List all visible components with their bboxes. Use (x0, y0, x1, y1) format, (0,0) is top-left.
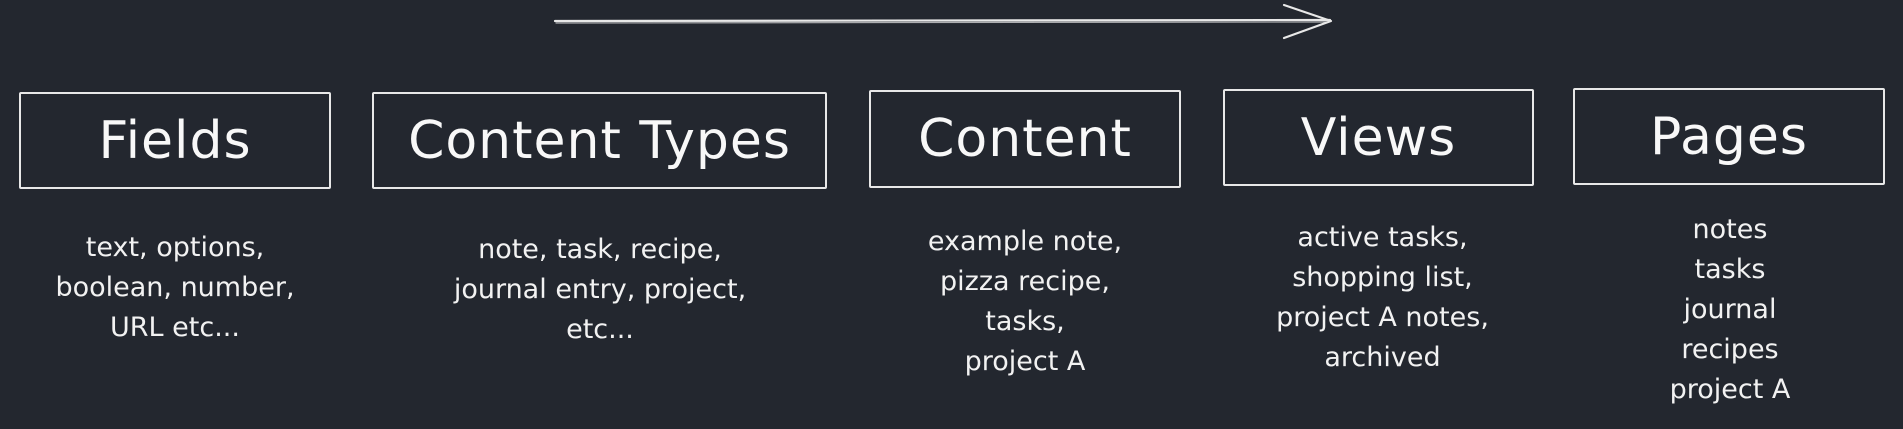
pages-line: journal (1683, 294, 1777, 325)
content-types-description: note, task, recipe, journal entry, proje… (400, 230, 800, 350)
pages-box: Pages (1573, 88, 1885, 185)
views-line: project A notes, (1276, 302, 1489, 333)
fields-line: text, options, (85, 232, 265, 263)
content-description: example note, pizza recipe, tasks, proje… (870, 222, 1180, 382)
content-types-box: Content Types (372, 92, 827, 189)
content-types-title: Content Types (408, 110, 791, 171)
views-line: active tasks, (1297, 222, 1468, 253)
pages-line: notes (1692, 214, 1768, 245)
content-box: Content (869, 90, 1181, 188)
content-line: tasks, (985, 306, 1065, 337)
pages-line: tasks (1694, 254, 1766, 285)
content-types-line: journal entry, project, (453, 274, 747, 305)
fields-line: boolean, number, (55, 272, 295, 303)
content-line: project A (964, 346, 1086, 377)
views-title: Views (1300, 107, 1457, 168)
content-line: example note, (927, 226, 1123, 257)
fields-box: Fields (19, 92, 331, 189)
pages-title: Pages (1650, 106, 1808, 167)
pages-line: recipes (1681, 334, 1779, 365)
pages-line: project A (1669, 374, 1791, 405)
fields-line: URL etc... (110, 312, 240, 343)
pages-description: notes tasks journal recipes project A (1580, 210, 1880, 410)
content-types-line: etc... (566, 314, 634, 345)
views-box: Views (1223, 89, 1534, 186)
views-description: active tasks, shopping list, project A n… (1230, 218, 1535, 378)
flow-arrow (553, 3, 1333, 40)
content-line: pizza recipe, (940, 266, 1110, 297)
views-line: archived (1324, 342, 1441, 373)
fields-title: Fields (98, 110, 252, 171)
content-types-line: note, task, recipe, (478, 234, 722, 265)
content-title: Content (918, 109, 1132, 169)
fields-description: text, options, boolean, number, URL etc.… (25, 228, 325, 348)
views-line: shopping list, (1292, 262, 1473, 293)
